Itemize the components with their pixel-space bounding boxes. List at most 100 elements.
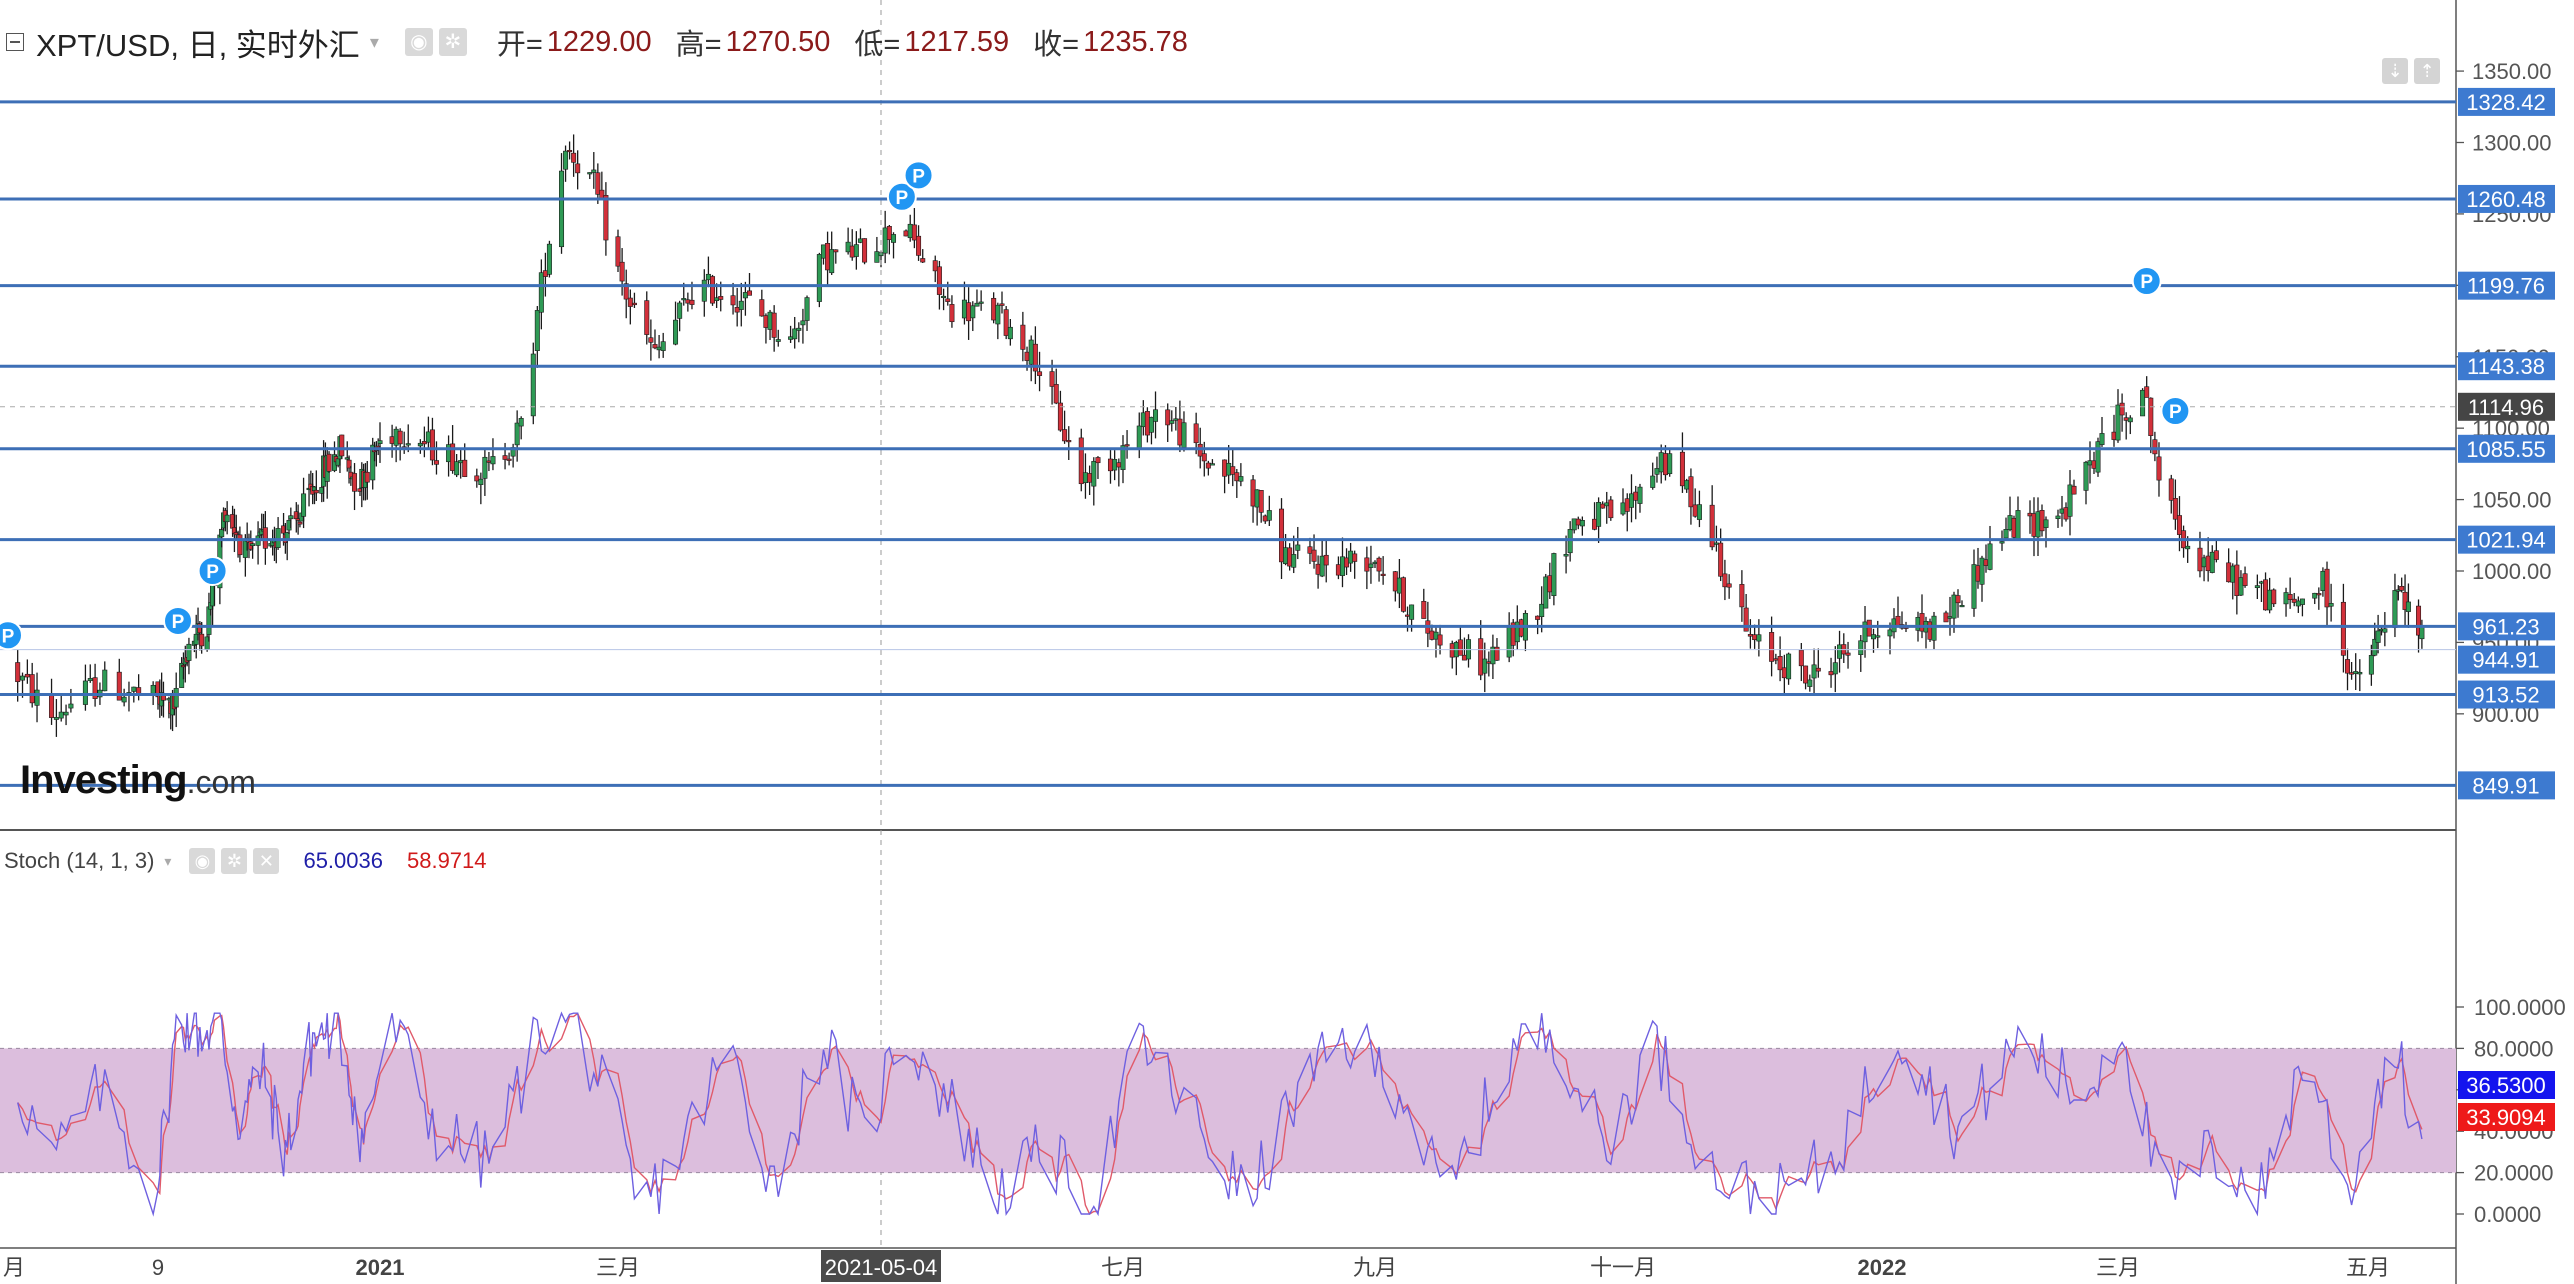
candle-body bbox=[2368, 655, 2374, 675]
candle-body bbox=[1107, 458, 1113, 472]
candle-body bbox=[714, 297, 720, 301]
p-marker-icon[interactable]: P bbox=[2131, 266, 2162, 297]
candle-body bbox=[1798, 649, 1804, 667]
candle-body bbox=[1087, 473, 1093, 483]
candle-body bbox=[644, 300, 650, 335]
candle-body bbox=[29, 674, 35, 704]
candle-body bbox=[853, 244, 859, 257]
candle-body bbox=[804, 297, 810, 321]
candle-body bbox=[297, 521, 303, 525]
candle-body bbox=[1437, 634, 1443, 646]
candle-body bbox=[2172, 498, 2178, 520]
level-price-tag: 1085.55 bbox=[2466, 437, 2546, 462]
candle-body bbox=[2328, 603, 2334, 607]
candle-body bbox=[1165, 409, 1171, 426]
candle bbox=[1608, 496, 1614, 521]
eye-icon[interactable]: ◉ bbox=[404, 28, 433, 56]
candle-body bbox=[288, 515, 294, 520]
candle-body bbox=[1845, 652, 1851, 656]
collapse-icon[interactable] bbox=[6, 33, 24, 51]
candle-body bbox=[131, 686, 137, 692]
candle-body bbox=[788, 336, 794, 340]
candle-body bbox=[1169, 420, 1175, 424]
candle-body bbox=[2271, 589, 2277, 605]
candle-body bbox=[603, 195, 609, 241]
candle-body bbox=[1633, 491, 1639, 501]
candle-body bbox=[685, 299, 691, 304]
candle-body bbox=[87, 678, 93, 681]
p-marker-icon[interactable]: P bbox=[0, 620, 23, 651]
p-marker-label: P bbox=[2169, 402, 2182, 423]
candle bbox=[339, 434, 345, 459]
candle-body bbox=[1376, 557, 1382, 572]
candle-body bbox=[1608, 499, 1614, 519]
candle-body bbox=[689, 299, 695, 305]
candle bbox=[1866, 619, 1872, 637]
candle-body bbox=[377, 440, 383, 444]
candle-body bbox=[1226, 462, 1232, 476]
candle bbox=[1667, 449, 1673, 477]
candle-body bbox=[936, 266, 942, 295]
gear-icon[interactable]: ✲ bbox=[438, 28, 467, 56]
high-label: 高= bbox=[675, 29, 722, 61]
candle-body bbox=[1078, 437, 1084, 485]
candle-body bbox=[849, 245, 855, 258]
p-marker-icon[interactable]: P bbox=[2160, 396, 2191, 427]
time-tick-label: 十一月 bbox=[1590, 1255, 1656, 1280]
candle-body bbox=[1380, 573, 1386, 576]
pin-icon[interactable]: ⇡ bbox=[2414, 58, 2440, 84]
chevron-down-icon[interactable]: ▾ bbox=[370, 32, 379, 53]
candle-body bbox=[1205, 462, 1211, 469]
p-marker-icon[interactable]: P bbox=[197, 556, 228, 586]
candle-body bbox=[1112, 459, 1118, 471]
chevron-down-icon[interactable]: ▾ bbox=[164, 853, 171, 870]
candle-body bbox=[1315, 563, 1321, 575]
candle-body bbox=[1348, 550, 1354, 564]
candle-body bbox=[2263, 579, 2269, 611]
symbol-title[interactable]: XPT/USD, 日, 实时外汇 bbox=[36, 20, 360, 65]
stoch-title[interactable]: Stoch (14, 1, 3) bbox=[4, 848, 154, 874]
candle-body bbox=[1461, 654, 1467, 661]
candle-body bbox=[518, 418, 524, 427]
candle-body bbox=[1773, 658, 1779, 661]
candle-body bbox=[974, 302, 980, 307]
candle-body bbox=[1713, 542, 1719, 545]
candle bbox=[862, 238, 868, 265]
candle-body bbox=[949, 304, 955, 323]
candle-body bbox=[199, 633, 205, 647]
candle-body bbox=[1352, 553, 1358, 562]
candle-body bbox=[701, 279, 707, 302]
p-marker-icon[interactable]: P bbox=[903, 160, 934, 191]
candle-body bbox=[1803, 665, 1809, 684]
p-marker-icon[interactable]: P bbox=[163, 605, 194, 636]
candle-body bbox=[2345, 659, 2351, 674]
reference-price-tag: 944.91 bbox=[2472, 648, 2539, 673]
candle-body bbox=[2144, 386, 2150, 398]
candle-body bbox=[2119, 402, 2125, 416]
candle-body bbox=[1637, 486, 1643, 504]
eye-icon[interactable]: ◉ bbox=[189, 848, 216, 874]
candle-body bbox=[1124, 444, 1130, 447]
candle-body bbox=[771, 312, 777, 338]
candle-body bbox=[121, 696, 127, 703]
symbol-legend: XPT/USD, 日, 实时外汇 ▾ ◉ ✲ 开= 1229.00 高= 1270.… bbox=[6, 20, 1188, 64]
stoch-legend: Stoch (14, 1, 3) ▾ ◉ ✲ ✕ 65.0036 58.9714 bbox=[4, 843, 487, 879]
candle-body bbox=[2320, 570, 2326, 591]
candle-body bbox=[1658, 452, 1664, 473]
gear-icon[interactable]: ✲ bbox=[221, 848, 248, 874]
candle-body bbox=[1238, 476, 1244, 482]
open-label: 开= bbox=[496, 29, 543, 61]
scale-icon[interactable]: ⇣ bbox=[2382, 58, 2408, 84]
candle-body bbox=[1518, 619, 1524, 637]
candle-body bbox=[705, 273, 711, 281]
candle-body bbox=[1091, 461, 1097, 487]
stoch-k-value: 65.0036 bbox=[303, 848, 383, 873]
candle-body bbox=[1066, 440, 1072, 443]
candle-body bbox=[2392, 590, 2398, 628]
candle bbox=[530, 342, 536, 425]
candle bbox=[816, 252, 822, 308]
candle-body bbox=[2375, 630, 2381, 643]
candle-body bbox=[1295, 544, 1301, 551]
close-icon[interactable]: ✕ bbox=[253, 848, 280, 874]
candle-body bbox=[2340, 601, 2346, 656]
